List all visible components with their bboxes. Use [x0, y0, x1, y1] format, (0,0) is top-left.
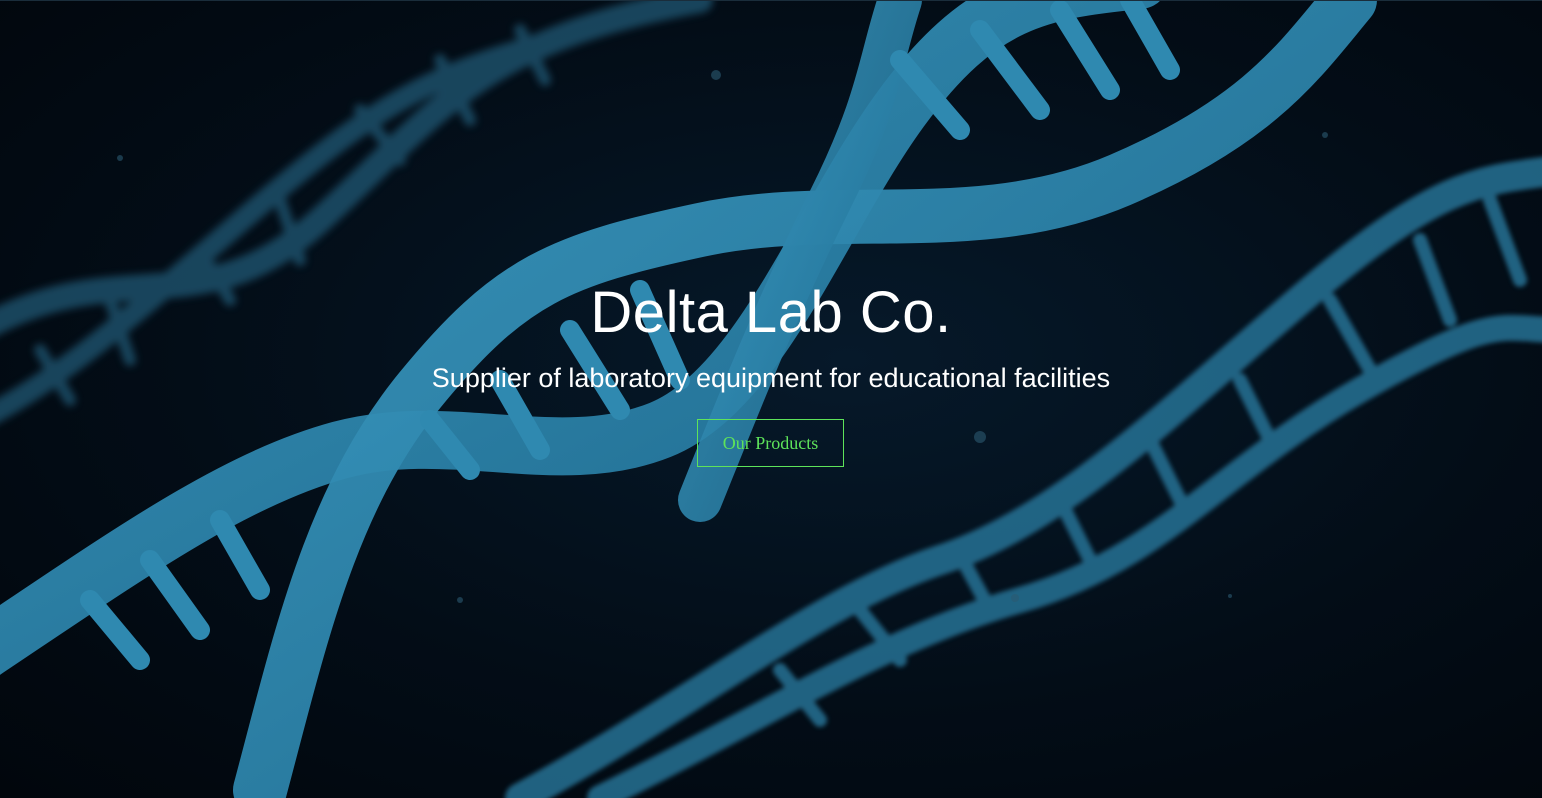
hero-content: Delta Lab Co. Supplier of laboratory equ… [0, 0, 1542, 798]
hero-section: Delta Lab Co. Supplier of laboratory equ… [0, 0, 1542, 798]
hero-subtitle: Supplier of laboratory equipment for edu… [431, 363, 1111, 393]
hero-title: Delta Lab Co. [590, 280, 952, 345]
our-products-button[interactable]: Our Products [697, 419, 844, 467]
